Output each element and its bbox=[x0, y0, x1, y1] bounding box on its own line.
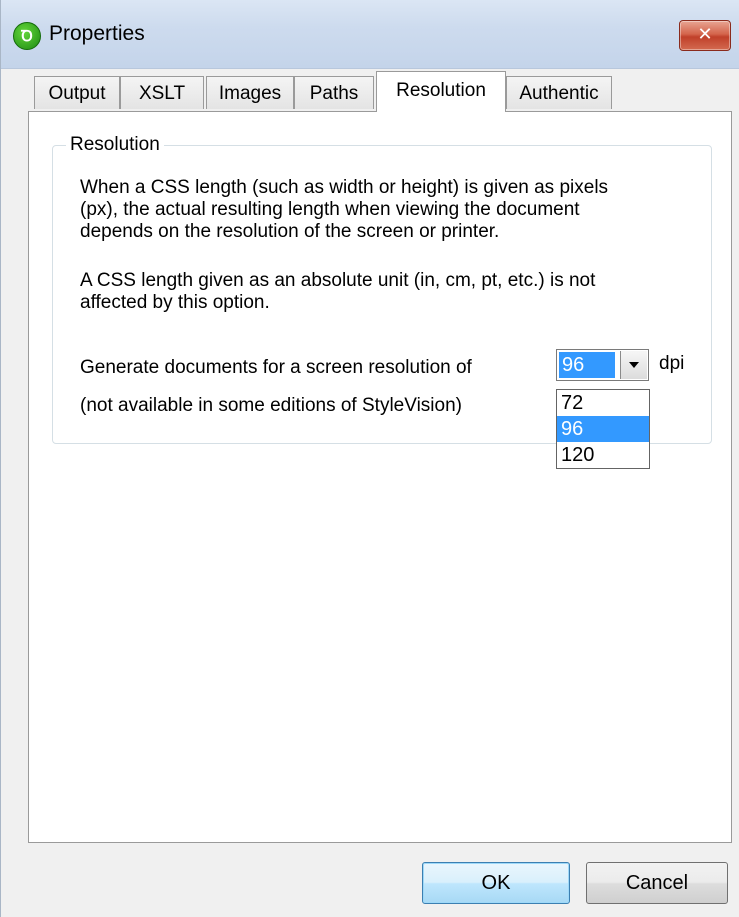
cancel-button[interactable]: Cancel bbox=[586, 862, 728, 904]
dpi-option-120[interactable]: 120 bbox=[557, 442, 649, 468]
dpi-dropdown-list: 72 96 120 bbox=[556, 389, 650, 469]
dpi-combobox[interactable]: 96 bbox=[556, 349, 649, 381]
absolute-unit-paragraph: A CSS length given as an absolute unit (… bbox=[80, 270, 595, 314]
description-line: (px), the actual resulting length when v… bbox=[80, 199, 580, 220]
dpi-option-96[interactable]: 96 bbox=[557, 416, 649, 442]
tab-authentic[interactable]: Authentic bbox=[506, 76, 612, 109]
tab-paths[interactable]: Paths bbox=[294, 76, 374, 109]
tab-images[interactable]: Images bbox=[206, 76, 294, 109]
generate-label: Generate documents for a screen resoluti… bbox=[80, 357, 472, 378]
stylevision-icon: Ꝺ bbox=[13, 22, 41, 50]
group-legend: Resolution bbox=[66, 134, 164, 156]
description-line: A CSS length given as an absolute unit (… bbox=[80, 270, 596, 291]
availability-note: (not available in some editions of Style… bbox=[80, 395, 462, 416]
tab-resolution[interactable]: Resolution bbox=[376, 71, 506, 112]
dpi-value: 96 bbox=[559, 352, 615, 378]
tab-xslt[interactable]: XSLT bbox=[120, 76, 204, 109]
description-paragraph: When a CSS length (such as width or heig… bbox=[80, 177, 608, 243]
ok-button[interactable]: OK bbox=[422, 862, 570, 904]
chevron-down-icon[interactable] bbox=[620, 351, 647, 379]
title-bar[interactable]: Ꝺ Properties ✕ bbox=[1, 0, 739, 69]
dpi-option-72[interactable]: 72 bbox=[557, 390, 649, 416]
close-icon: ✕ bbox=[697, 24, 713, 45]
dpi-unit-label: dpi bbox=[659, 353, 685, 374]
description-line: When a CSS length (such as width or heig… bbox=[80, 177, 609, 198]
description-line: depends on the resolution of the screen … bbox=[80, 221, 500, 242]
description-line: affected by this option. bbox=[80, 292, 270, 313]
window-title: Properties bbox=[49, 22, 145, 45]
resolution-panel: Resolution When a CSS length (such as wi… bbox=[28, 111, 732, 843]
tab-output[interactable]: Output bbox=[34, 76, 120, 109]
close-button[interactable]: ✕ bbox=[679, 20, 731, 51]
properties-dialog: Ꝺ Properties ✕ Output XSLT Images Paths … bbox=[0, 0, 739, 917]
